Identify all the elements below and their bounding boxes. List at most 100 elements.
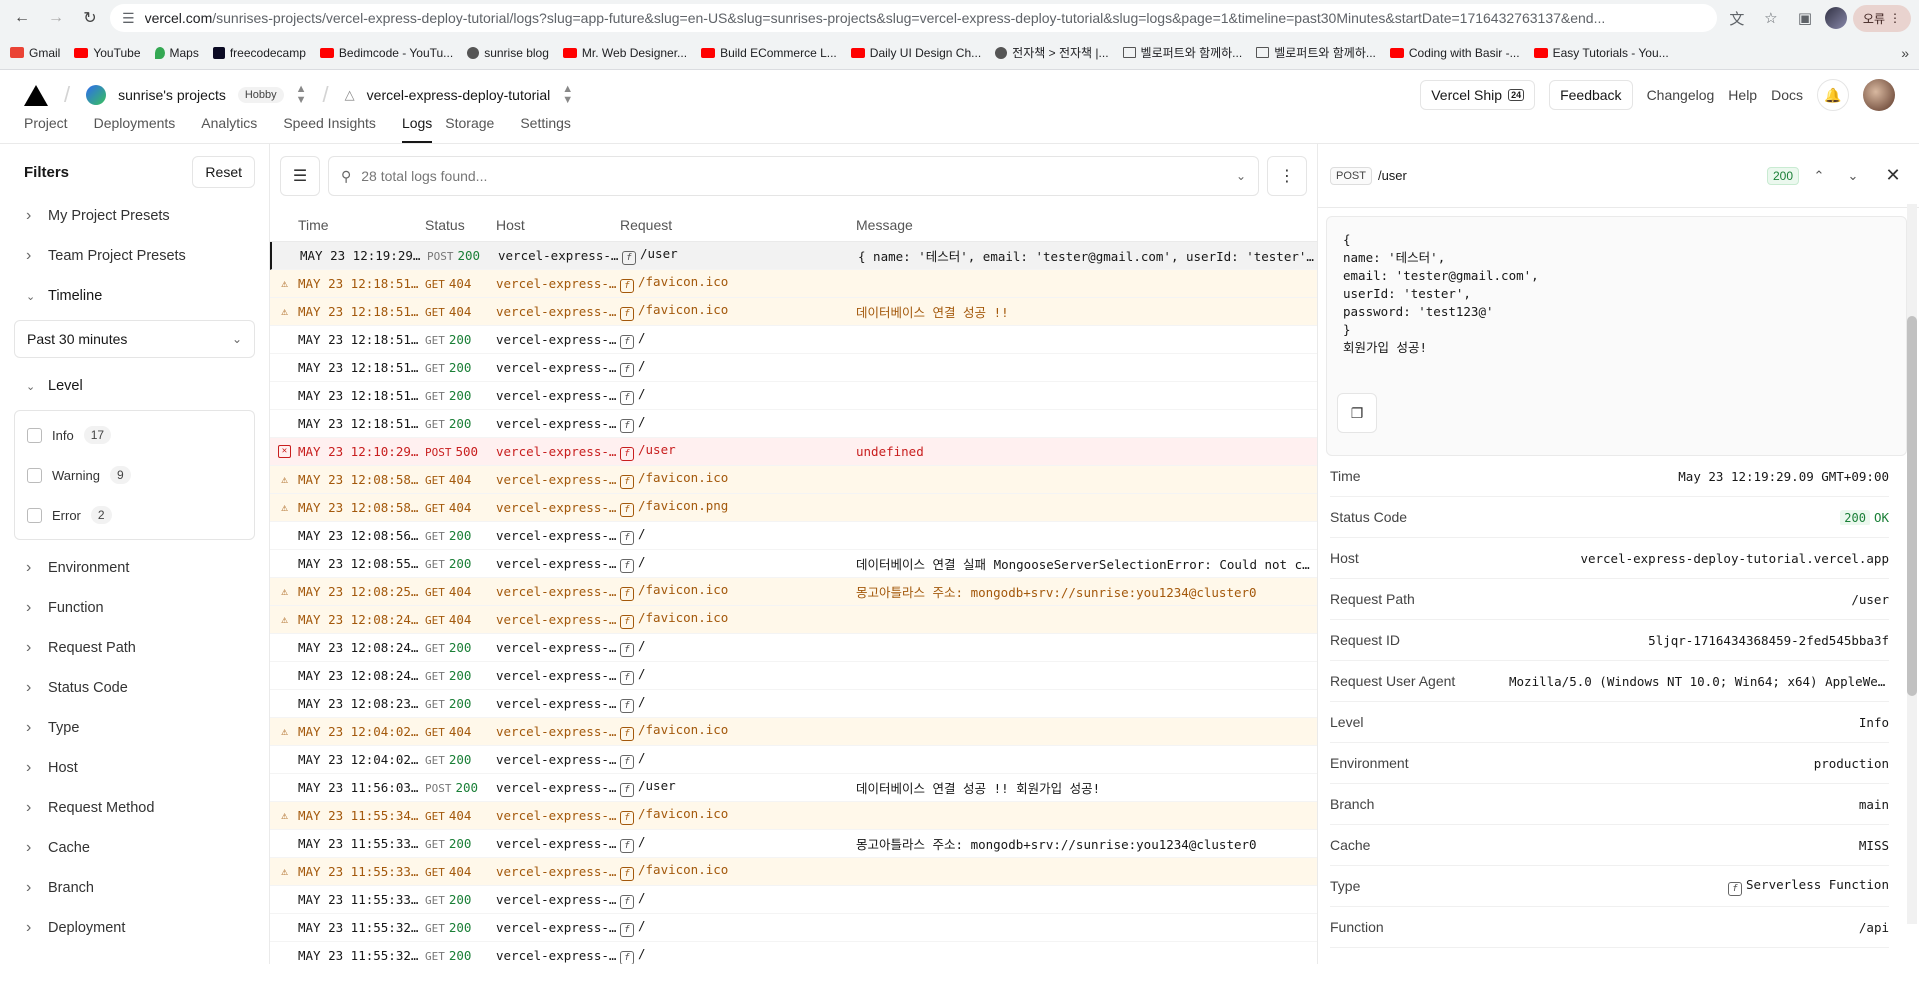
- filter-cache[interactable]: › Cache: [14, 828, 255, 868]
- table-row[interactable]: ⚠ MAY 23 12:18:51.62 GET 404 vercel-express-…: [270, 270, 1317, 298]
- project-name[interactable]: vercel-express-deploy-tutorial: [367, 87, 551, 103]
- timeline-select[interactable]: Past 30 minutes ⌄: [14, 320, 255, 358]
- table-row[interactable]: MAY 23 11:55:32.88 GET 200 vercel-express-d…: [270, 914, 1317, 942]
- table-row[interactable]: MAY 23 12:18:51.04 GET 200 vercel-express-d…: [270, 410, 1317, 438]
- table-row[interactable]: MAY 23 11:55:33.18 GET 200 vercel-express-d…: [270, 886, 1317, 914]
- column-header-status[interactable]: Status: [425, 217, 496, 233]
- filter-deployment[interactable]: › Deployment: [14, 908, 255, 948]
- checkbox[interactable]: [27, 467, 42, 483]
- user-avatar[interactable]: [1863, 79, 1895, 111]
- level-option-error[interactable]: Error 2: [15, 495, 254, 535]
- vercel-ship-button[interactable]: Vercel Ship 24: [1420, 80, 1536, 110]
- more-options-icon[interactable]: ⋮: [1267, 156, 1307, 196]
- tab-analytics[interactable]: Analytics: [201, 113, 270, 143]
- translate-icon[interactable]: 文: [1723, 4, 1751, 32]
- table-row[interactable]: ⚠ MAY 23 12:08:24.39 GET 404 vercel-express-…: [270, 606, 1317, 634]
- bookmark-item[interactable]: sunrise blog: [467, 46, 549, 60]
- table-row[interactable]: MAY 23 11:55:33.77 GET 200 vercel-express-d…: [270, 830, 1317, 858]
- address-bar[interactable]: ☰ vercel.com/sunrises-projects/vercel-ex…: [110, 4, 1717, 32]
- table-row[interactable]: MAY 23 12:18:51.28 GET 200 vercel-express-d…: [270, 354, 1317, 382]
- table-row[interactable]: MAY 23 12:08:24.08 GET 200 vercel-express-d…: [270, 634, 1317, 662]
- chevron-up-icon[interactable]: ⌃: [1805, 162, 1833, 190]
- search-input[interactable]: [361, 168, 1226, 184]
- team-name[interactable]: sunrise's projects: [118, 87, 226, 103]
- chevron-down-icon[interactable]: ⌄: [1839, 162, 1867, 190]
- filter-level[interactable]: ⌄ Level: [14, 366, 255, 406]
- bookmark-item[interactable]: 전자책 > 전자책 |...: [995, 44, 1109, 61]
- bookmark-item[interactable]: freecodecamp: [212, 46, 306, 60]
- browser-error-button[interactable]: 오류 ⋮: [1852, 4, 1911, 32]
- level-option-warning[interactable]: Warning 9: [15, 455, 254, 495]
- filter-function[interactable]: › Function: [14, 588, 255, 628]
- vercel-logo-icon[interactable]: [24, 84, 48, 106]
- bookmark-item[interactable]: Mr. Web Designer...: [562, 46, 687, 60]
- column-header-message[interactable]: Message: [856, 217, 1317, 233]
- bookmark-item[interactable]: YouTube: [74, 46, 141, 60]
- table-row[interactable]: ✕ MAY 23 12:10:29.59 POST 500 vercel-express…: [270, 438, 1317, 466]
- bookmark-item[interactable]: Gmail: [10, 46, 60, 60]
- tab-storage[interactable]: Storage: [445, 113, 507, 143]
- profile-avatar[interactable]: [1824, 7, 1847, 29]
- feedback-button[interactable]: Feedback: [1549, 80, 1633, 110]
- filter-request-path[interactable]: › Request Path: [14, 628, 255, 668]
- changelog-link[interactable]: Changelog: [1647, 87, 1715, 103]
- table-row[interactable]: ⚠ MAY 23 12:18:51.56 GET 404 vercel-express-…: [270, 298, 1317, 326]
- forward-icon[interactable]: →: [42, 4, 70, 32]
- copy-icon[interactable]: ❐: [1337, 393, 1377, 433]
- table-row[interactable]: MAY 23 12:08:55.80 GET 200 vercel-express-d…: [270, 550, 1317, 578]
- docs-link[interactable]: Docs: [1771, 87, 1803, 103]
- filter-status-code[interactable]: › Status Code: [14, 668, 255, 708]
- table-row[interactable]: MAY 23 12:08:24.07 GET 200 vercel-express-d…: [270, 662, 1317, 690]
- filter-my-project-presets[interactable]: › My Project Presets: [14, 196, 255, 236]
- checkbox[interactable]: [27, 427, 42, 443]
- tab-settings[interactable]: Settings: [520, 113, 584, 143]
- close-icon[interactable]: ✕: [1879, 162, 1907, 190]
- table-row[interactable]: MAY 23 12:19:29.09 POST 200 vercel-express-…: [270, 242, 1317, 270]
- filter-team-project-presets[interactable]: › Team Project Presets: [14, 236, 255, 276]
- log-search[interactable]: ⚲ ⌄: [328, 156, 1259, 196]
- tab-deployments[interactable]: Deployments: [94, 113, 189, 143]
- reset-button[interactable]: Reset: [192, 156, 255, 188]
- filter-request-method[interactable]: › Request Method: [14, 788, 255, 828]
- reload-icon[interactable]: ↻: [76, 4, 104, 32]
- checkbox[interactable]: [27, 507, 42, 523]
- table-row[interactable]: ⚠ MAY 23 11:55:33.60 GET 404 vercel-express-…: [270, 858, 1317, 886]
- tab-speed-insights[interactable]: Speed Insights: [283, 113, 389, 143]
- column-header-host[interactable]: Host: [496, 217, 620, 233]
- bookmark-item[interactable]: Daily UI Design Ch...: [850, 46, 981, 60]
- table-row[interactable]: MAY 23 11:56:03.41 POST 200 vercel-express-…: [270, 774, 1317, 802]
- filter-timeline[interactable]: ⌄ Timeline: [14, 276, 255, 316]
- filter-type[interactable]: › Type: [14, 708, 255, 748]
- table-row[interactable]: MAY 23 11:55:32.87 GET 200 vercel-express-d…: [270, 942, 1317, 964]
- bookmark-item[interactable]: 벨로퍼트와 함께하...: [1256, 44, 1376, 61]
- back-icon[interactable]: ←: [8, 4, 36, 32]
- bookmark-item[interactable]: Maps: [154, 46, 199, 60]
- table-row[interactable]: ⚠ MAY 23 12:08:58.21 GET 404 vercel-express-…: [270, 494, 1317, 522]
- table-row[interactable]: MAY 23 12:18:51.06 GET 200 vercel-express-d…: [270, 382, 1317, 410]
- detail-scrollbar-thumb[interactable]: [1907, 316, 1917, 696]
- table-row[interactable]: MAY 23 12:18:51.30 GET 200 vercel-express-d…: [270, 326, 1317, 354]
- bookmark-item[interactable]: Easy Tutorials - You...: [1533, 46, 1669, 60]
- filter-environment[interactable]: › Environment: [14, 548, 255, 588]
- table-row[interactable]: MAY 23 12:04:02.88 GET 200 vercel-express-d…: [270, 746, 1317, 774]
- bookmark-item[interactable]: Bedimcode - YouTu...: [319, 46, 453, 60]
- bookmarks-overflow-icon[interactable]: »: [1901, 45, 1909, 61]
- extensions-icon[interactable]: ▣: [1791, 4, 1819, 32]
- level-option-info[interactable]: Info 17: [15, 415, 254, 455]
- bookmark-item[interactable]: Build ECommerce L...: [701, 46, 837, 60]
- table-row[interactable]: ⚠ MAY 23 12:08:25.08 GET 404 vercel-express-…: [270, 578, 1317, 606]
- tab-logs[interactable]: Logs: [401, 113, 433, 143]
- project-switcher-icon[interactable]: ▲ ▼: [562, 84, 573, 106]
- team-switcher-icon[interactable]: ▲ ▼: [296, 84, 307, 106]
- site-info-icon[interactable]: ☰: [122, 10, 135, 27]
- table-row[interactable]: ⚠ MAY 23 12:04:02.95 GET 404 vercel-express-…: [270, 718, 1317, 746]
- filter-branch[interactable]: › Branch: [14, 868, 255, 908]
- bookmark-item[interactable]: Coding with Basir -...: [1389, 46, 1520, 60]
- tab-project[interactable]: Project: [24, 113, 81, 143]
- column-header-request[interactable]: Request: [620, 217, 856, 233]
- filter-host[interactable]: › Host: [14, 748, 255, 788]
- table-row[interactable]: ⚠ MAY 23 11:55:34.10 GET 404 vercel-express-…: [270, 802, 1317, 830]
- bookmark-item[interactable]: 벨로퍼트와 함께하...: [1122, 44, 1242, 61]
- notifications-bell-icon[interactable]: 🔔: [1817, 79, 1849, 111]
- filter-sliders-icon[interactable]: ☰: [280, 156, 320, 196]
